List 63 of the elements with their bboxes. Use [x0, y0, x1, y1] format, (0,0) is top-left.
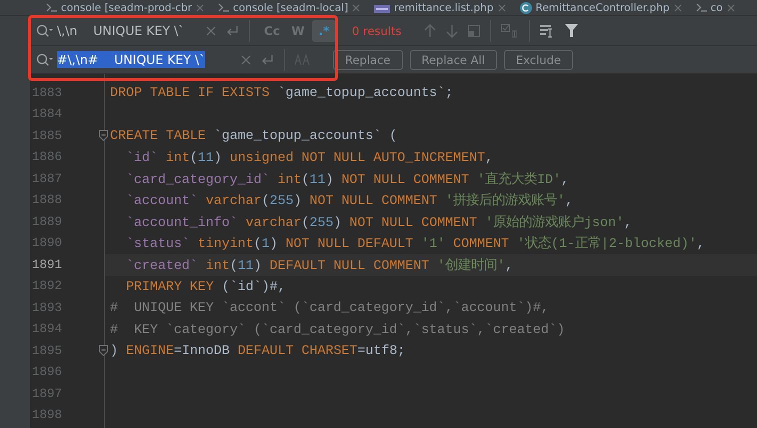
code-line: # KEY `category` (`card_category_id`,`status`,`created`) — [110, 322, 565, 337]
code-line: # UNIQUE KEY `accont` (`card_category_id`,`account`)#, — [110, 300, 549, 316]
code-line: `status` tinyint(1) NOT NULL DEFAULT '1' COMMENT '状态(1-正常|2-blocked)', — [124, 234, 705, 252]
window-icon[interactable] — [468, 24, 480, 36]
code-line: PRIMARY KEY (`id`)#, — [124, 278, 286, 294]
php-file-icon — [374, 2, 390, 12]
class-file-icon — [520, 2, 532, 14]
search-icon[interactable] — [36, 53, 54, 66]
code-line: `account` varchar(255) NOT NULL COMMENT '拼接后的游戏账号', — [124, 192, 574, 210]
line-number: 1898 — [31, 408, 64, 422]
console-icon — [46, 3, 57, 12]
close-icon[interactable] — [498, 4, 506, 12]
close-icon[interactable] — [674, 4, 682, 12]
down-arrow-icon[interactable] — [446, 24, 458, 38]
newline-icon[interactable] — [261, 54, 274, 65]
line-number: 1884 — [31, 107, 64, 122]
code-line: DROP TABLE IF EXISTS `game_topup_accounts`; — [110, 85, 454, 100]
console-icon — [696, 3, 707, 12]
line-number: 1897 — [31, 386, 64, 401]
clear-icon[interactable] — [241, 54, 251, 64]
console-icon — [218, 3, 229, 12]
code-line: `id` int(11) unsigned NOT NULL AUTO_INCREMENT, — [124, 150, 494, 165]
close-icon[interactable] — [196, 4, 204, 12]
multi-select-icon[interactable] — [500, 24, 518, 38]
line-number: 1895 — [31, 344, 64, 358]
newline-icon[interactable] — [226, 25, 239, 36]
code-line: `card_category_id` int(11) NOT NULL COMMENT '直充大类ID', — [124, 170, 569, 188]
code-line: ) ENGINE=InnoDB DEFAULT CHARSET=utf8; — [110, 343, 406, 358]
filter-lines-icon[interactable] — [540, 24, 554, 38]
search-icon[interactable] — [36, 24, 54, 37]
code-line: CREATE TABLE `game_topup_accounts` ( — [110, 128, 398, 144]
line-number: 1886 — [31, 150, 64, 164]
line-number: 1885 — [31, 128, 64, 143]
line-number: 1889 — [31, 214, 64, 229]
line-number: 1883 — [31, 86, 64, 100]
replace-action-button[interactable]: Replace — [333, 50, 402, 70]
search-field[interactable]: \,\n UNIQUE KEY \` — [36, 20, 186, 42]
line-number: 1888 — [31, 193, 64, 208]
fold-marker-icon[interactable] — [99, 345, 108, 356]
line-number: 1890 — [31, 236, 64, 250]
filter-icon[interactable] — [564, 24, 578, 37]
replace-action-button[interactable]: Exclude — [504, 50, 573, 70]
editor-tab[interactable]: RemittanceController.php — [520, 0, 682, 15]
line-number: 1891 — [31, 258, 64, 272]
preserve-case-icon[interactable] — [295, 54, 311, 66]
close-icon[interactable] — [352, 4, 360, 12]
up-arrow-icon[interactable] — [424, 24, 436, 38]
replace-action-button[interactable]: Replace All — [410, 50, 497, 70]
editor-tab[interactable]: co — [696, 0, 735, 15]
line-number: 1887 — [31, 172, 64, 186]
results-count: 0 results — [352, 24, 402, 38]
code-line: `created` int(11) DEFAULT NULL COMMENT '创建时间', — [124, 256, 514, 274]
code-line: `account_info` varchar(255) NOT NULL COMMENT '原始的游戏账户json', — [124, 214, 632, 231]
clear-icon[interactable] — [206, 26, 216, 36]
line-number: 1892 — [31, 279, 64, 294]
fold-marker-icon[interactable] — [99, 130, 108, 142]
editor-tab[interactable]: console [seadm-prod-cbr — [46, 0, 204, 15]
line-number: 1896 — [31, 365, 64, 380]
line-number: 1894 — [31, 322, 64, 336]
close-icon[interactable] — [726, 4, 735, 12]
editor-tab[interactable]: remittance.list.php — [374, 0, 506, 15]
line-number: 1893 — [31, 300, 64, 315]
editor-tab[interactable]: console [seadm-local] — [218, 0, 360, 15]
